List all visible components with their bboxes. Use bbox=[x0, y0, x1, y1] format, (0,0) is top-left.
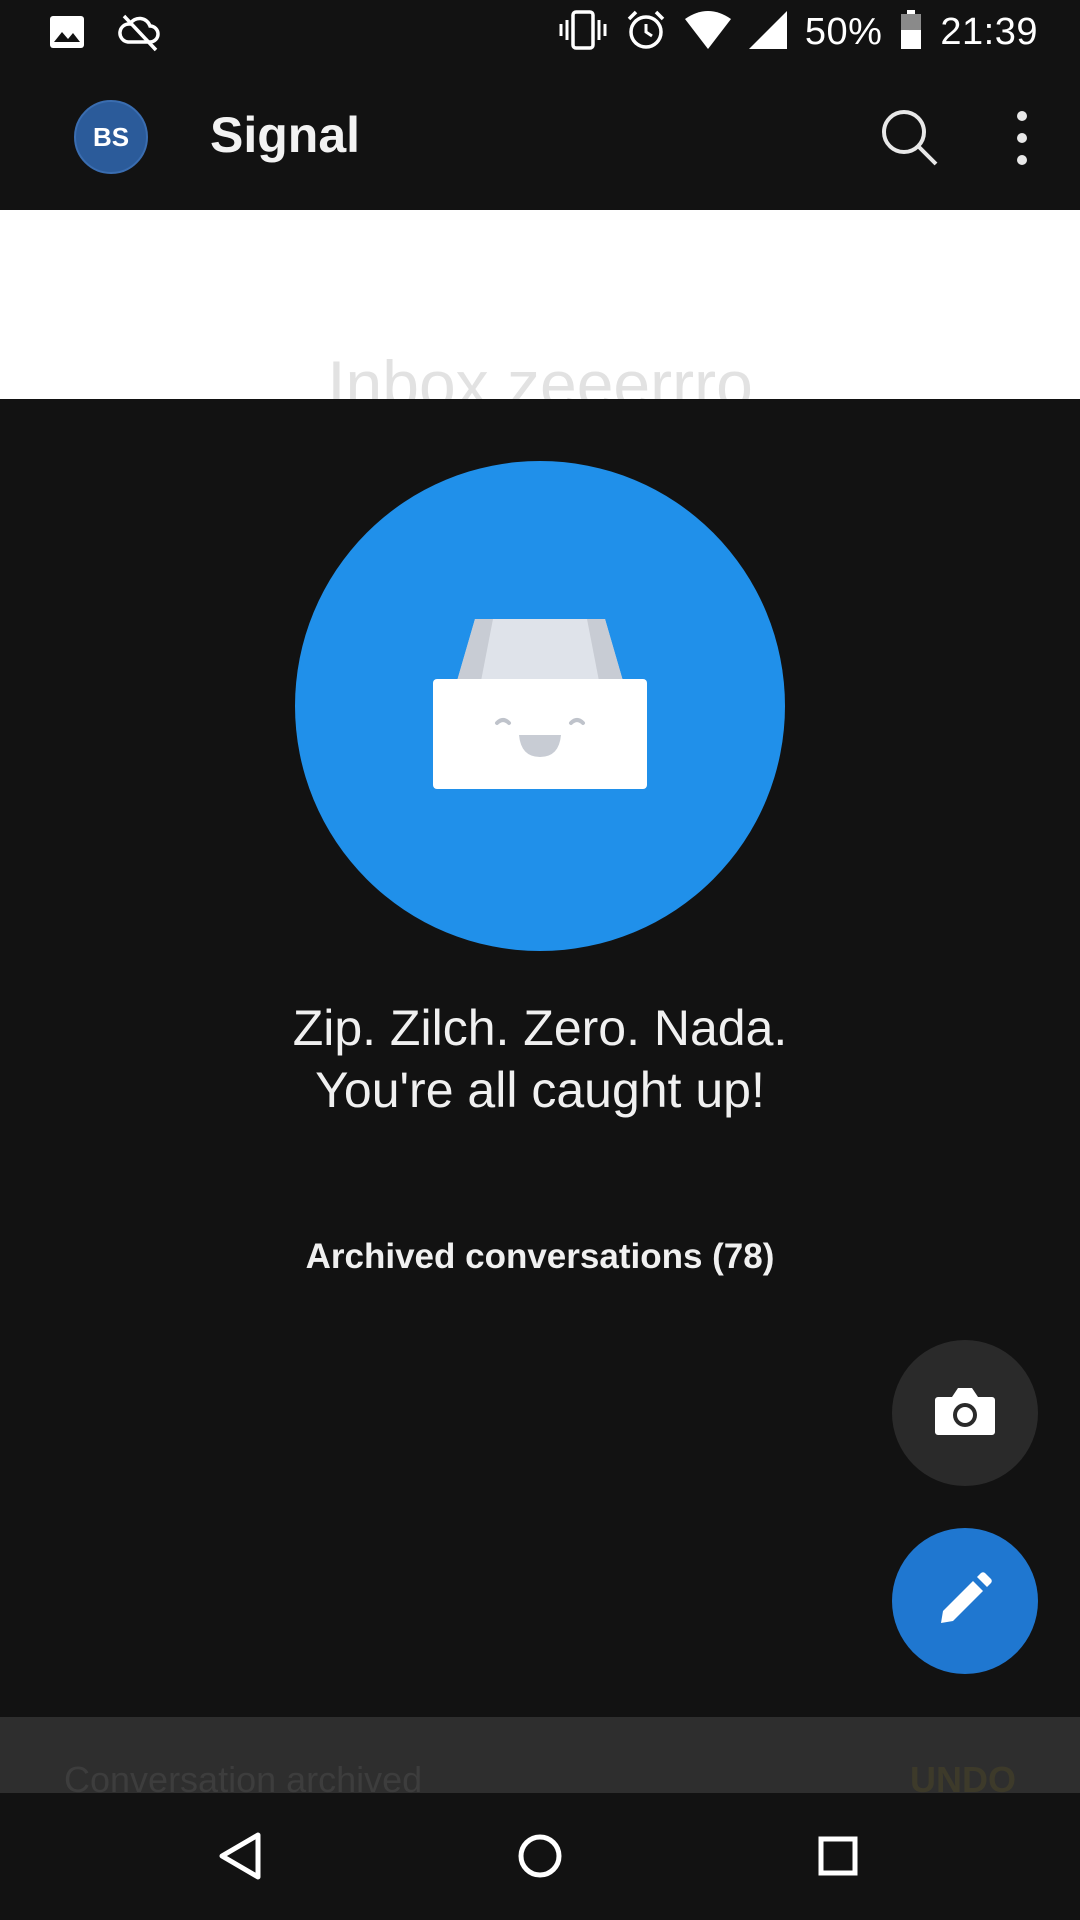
recents-icon bbox=[803, 1836, 873, 1895]
app-bar: BS Signal bbox=[0, 64, 1080, 210]
search-icon bbox=[880, 110, 940, 172]
status-bar: 50% 21:39 bbox=[0, 0, 1080, 64]
app-title: Signal bbox=[210, 107, 361, 163]
search-button[interactable] bbox=[880, 108, 940, 168]
empty-inbox-illustration bbox=[295, 461, 785, 951]
back-icon bbox=[206, 1832, 276, 1895]
status-left-icons bbox=[48, 12, 162, 57]
archived-conversations-link[interactable]: Archived conversations (78) bbox=[0, 1237, 1080, 1277]
pencil-icon bbox=[937, 1571, 993, 1632]
camera-icon bbox=[934, 1385, 996, 1442]
wifi-icon bbox=[684, 10, 731, 54]
snackbar: Conversation archived UNDO bbox=[0, 1717, 1080, 1793]
alarm-icon bbox=[625, 9, 667, 56]
avatar[interactable]: BS bbox=[74, 100, 148, 174]
vibrate-icon bbox=[559, 9, 607, 55]
sync-off-icon bbox=[118, 12, 162, 57]
clock: 21:39 bbox=[940, 10, 1038, 53]
empty-state-message: Zip. Zilch. Zero. Nada. You're all caugh… bbox=[0, 997, 1080, 1121]
camera-button[interactable] bbox=[892, 1340, 1038, 1486]
signal-icon bbox=[748, 10, 787, 54]
more-options-button[interactable] bbox=[1000, 108, 1044, 168]
more-vert-icon bbox=[1000, 111, 1044, 172]
smiling-inbox-icon bbox=[295, 619, 785, 955]
snackbar-message: Conversation archived bbox=[64, 1759, 423, 1793]
back-button[interactable] bbox=[206, 1821, 276, 1891]
banner-text: Inbox zeeerrro bbox=[327, 347, 753, 399]
inbox-zero-banner: Inbox zeeerrro bbox=[0, 210, 1080, 399]
home-icon bbox=[505, 1834, 575, 1895]
battery-icon bbox=[900, 9, 922, 55]
image-icon bbox=[48, 14, 86, 55]
home-button[interactable] bbox=[505, 1821, 575, 1891]
status-right-icons: 50% 21:39 bbox=[559, 8, 1038, 56]
undo-button[interactable]: UNDO bbox=[910, 1759, 1016, 1793]
empty-state-line1: Zip. Zilch. Zero. Nada. bbox=[292, 1000, 788, 1056]
navigation-bar bbox=[0, 1793, 1080, 1920]
battery-percent: 50% bbox=[804, 10, 883, 53]
empty-state-line2: You're all caught up! bbox=[315, 1062, 765, 1118]
recents-button[interactable] bbox=[803, 1821, 873, 1891]
signal-inbox-screen: 50% 21:39 BS Signal Inbox zeeerrro Zip. … bbox=[0, 0, 1080, 1920]
compose-button[interactable] bbox=[892, 1528, 1038, 1674]
